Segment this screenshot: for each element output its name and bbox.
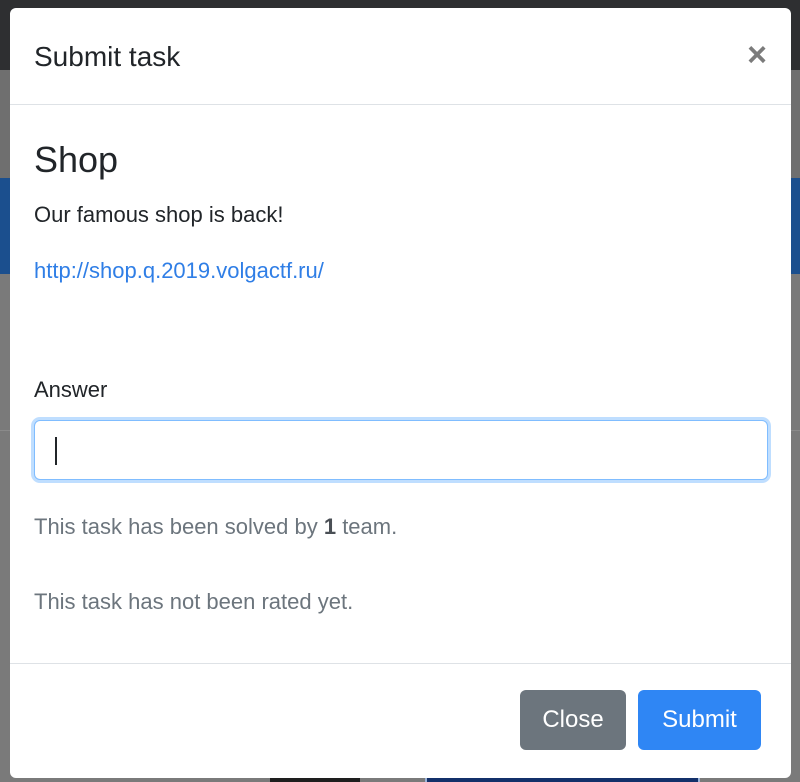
task-description: Our famous shop is back! [34, 202, 284, 227]
submit-task-modal: Submit task × Shop Our famous shop is ba… [10, 8, 791, 778]
solved-prefix: This task has been solved by [34, 514, 324, 539]
task-link[interactable]: http://shop.q.2019.volgactf.ru/ [34, 257, 324, 285]
rating-text: This task has not been rated yet. [34, 589, 354, 614]
solved-suffix: team. [336, 514, 398, 539]
modal-header: Submit task × [10, 8, 791, 105]
close-button[interactable]: Close [520, 690, 626, 750]
solved-count: 1 [323, 514, 337, 539]
solved-count-text: This task has been solved by 1 team. [34, 513, 397, 541]
answer-label: Answer [34, 377, 108, 402]
modal-footer: Close Submit [10, 663, 791, 778]
modal-body: Shop Our famous shop is back! http://sho… [10, 105, 791, 663]
text-cursor [55, 437, 57, 465]
answer-input[interactable] [34, 420, 768, 480]
close-icon[interactable]: × [747, 38, 767, 72]
task-title: Shop [34, 139, 119, 180]
submit-button[interactable]: Submit [638, 690, 761, 750]
modal-title: Submit task [34, 41, 181, 72]
